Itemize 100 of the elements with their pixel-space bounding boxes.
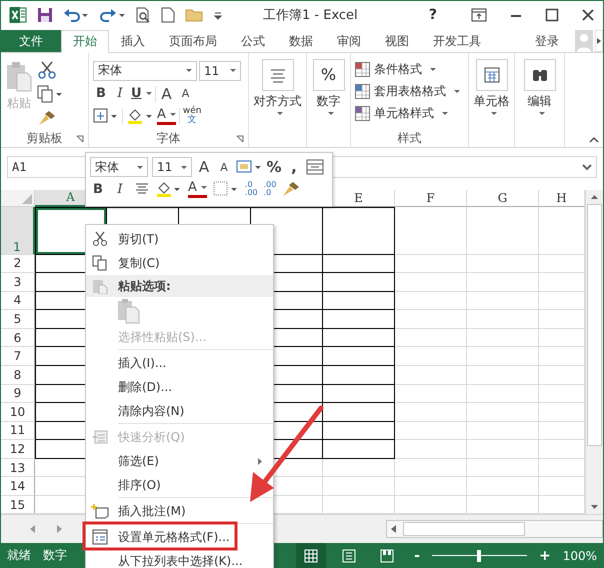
- shrink-font-button[interactable]: A: [178, 84, 194, 103]
- fill-color-icon[interactable]: [126, 106, 154, 125]
- row-header[interactable]: 2: [1, 254, 35, 274]
- active-cell[interactable]: [35, 206, 107, 255]
- menu-item[interactable]: 清除内容(N): [86, 399, 273, 423]
- ribbon-tab[interactable]: 页面布局: [157, 30, 229, 52]
- ribbon-tab[interactable]: 开始: [61, 30, 109, 53]
- row-header[interactable]: 14: [1, 477, 35, 496]
- menu-item[interactable]: 删除(D)...: [86, 375, 273, 399]
- ribbon-tab[interactable]: 插入: [109, 30, 157, 52]
- italic-button[interactable]: I: [112, 84, 128, 103]
- comma-style-button[interactable]: ,: [286, 158, 302, 176]
- format-painter-icon[interactable]: [37, 108, 57, 127]
- column-header[interactable]: G: [467, 190, 539, 207]
- redo-icon[interactable]: [99, 7, 125, 24]
- shrink-font-button[interactable]: A: [216, 158, 232, 176]
- grow-font-button[interactable]: A: [196, 158, 212, 176]
- ribbon-display-options-icon[interactable]: [471, 8, 487, 22]
- border-icon[interactable]: [93, 106, 119, 125]
- dialog-launcher-icon[interactable]: [76, 135, 84, 144]
- row-header[interactable]: 1: [1, 206, 35, 255]
- menu-item[interactable]: 筛选(E): [86, 449, 273, 473]
- scroll-right-icon[interactable]: [595, 30, 603, 52]
- row-header[interactable]: 7: [1, 347, 35, 366]
- font-size-dropdown[interactable]: 11: [152, 157, 192, 177]
- sign-in-link[interactable]: 登录: [523, 30, 571, 52]
- normal-view-button[interactable]: [296, 543, 326, 568]
- cell-styles-icon[interactable]: [236, 159, 262, 175]
- column-header[interactable]: F: [395, 190, 467, 207]
- percent-style-button[interactable]: %: [266, 158, 282, 176]
- row-header[interactable]: 15: [1, 496, 35, 514]
- collapse-ribbon-icon[interactable]: [589, 135, 599, 144]
- align-center-icon[interactable]: [134, 182, 150, 196]
- zoom-in-button[interactable]: +: [538, 548, 551, 564]
- decrease-decimal-button[interactable]: .00 .0: [264, 181, 276, 197]
- undo-icon[interactable]: [63, 7, 89, 24]
- row-header[interactable]: 10: [1, 403, 35, 422]
- excel-logo-icon: [9, 6, 27, 24]
- ribbon-tab[interactable]: 公式: [229, 30, 277, 52]
- zoom-percentage[interactable]: 100%: [562, 548, 597, 562]
- alignment-button[interactable]: 对齐方式: [253, 56, 302, 130]
- row-header[interactable]: 3: [1, 273, 35, 292]
- ribbon-tab[interactable]: 开发工具: [421, 30, 493, 52]
- bold-button[interactable]: B: [93, 84, 109, 103]
- expand-chevron-icon[interactable]: [582, 162, 592, 171]
- ribbon-tab[interactable]: 数据: [277, 30, 325, 52]
- menu-item[interactable]: 剪切(T): [86, 227, 273, 251]
- print-preview-icon[interactable]: [135, 7, 151, 24]
- table-cell: [467, 477, 539, 496]
- row-header[interactable]: 12: [1, 440, 35, 459]
- vertical-scrollbar[interactable]: [585, 190, 603, 514]
- font-name-dropdown[interactable]: 宋体: [90, 157, 148, 177]
- style-menu-button[interactable]: 条件格式: [355, 60, 464, 79]
- font-name-dropdown[interactable]: 宋体: [93, 60, 197, 81]
- menu-item[interactable]: 设置单元格格式(F)...: [86, 525, 273, 549]
- format-painter-icon[interactable]: [282, 181, 300, 197]
- row-header[interactable]: 13: [1, 458, 35, 478]
- save-icon[interactable]: [37, 7, 53, 24]
- font-color-button[interactable]: A: [188, 180, 207, 198]
- menu-item[interactable]: 插入(I)...: [86, 351, 273, 375]
- column-header[interactable]: H: [539, 190, 585, 207]
- scissors-icon[interactable]: [37, 60, 57, 79]
- zoom-out-button[interactable]: -: [414, 548, 420, 564]
- number-format-button[interactable]: % 数字: [311, 56, 346, 130]
- row-header[interactable]: 6: [1, 328, 35, 348]
- close-icon[interactable]: [581, 8, 595, 22]
- maximize-icon[interactable]: [545, 8, 559, 22]
- menu-item[interactable]: 插入批注(M): [86, 499, 273, 523]
- new-document-icon[interactable]: [161, 7, 175, 24]
- row-header[interactable]: 5: [1, 310, 35, 329]
- copy-icon[interactable]: [37, 84, 63, 103]
- border-icon[interactable]: [212, 181, 239, 197]
- table-border-icon[interactable]: [306, 159, 324, 175]
- menu-item[interactable]: 从下拉列表中选择(K)...: [86, 549, 273, 568]
- style-menu-button[interactable]: 套用表格格式: [355, 82, 464, 101]
- font-size-dropdown[interactable]: 11: [199, 60, 241, 81]
- row-header[interactable]: 4: [1, 292, 35, 310]
- menu-item[interactable]: 排序(O): [86, 473, 273, 497]
- italic-button[interactable]: I: [112, 180, 128, 198]
- ribbon-tab[interactable]: 视图: [373, 30, 421, 52]
- cells-button[interactable]: 单元格: [473, 56, 510, 130]
- help-button[interactable]: ?: [428, 7, 437, 24]
- horizontal-scrollbar[interactable]: [386, 520, 603, 538]
- ribbon-tab[interactable]: 审阅: [325, 30, 373, 52]
- font-color-button[interactable]: A: [157, 106, 176, 125]
- phonetic-guide-button[interactable]: wén 文: [182, 106, 202, 125]
- row-header[interactable]: 11: [1, 422, 35, 440]
- underline-button[interactable]: U: [131, 84, 152, 103]
- menu-item[interactable]: 复制(C): [86, 251, 273, 275]
- dialog-launcher-icon[interactable]: [236, 135, 244, 144]
- increase-decimal-button[interactable]: .0 .00: [244, 181, 258, 197]
- zoom-slider-thumb[interactable]: [477, 550, 482, 562]
- row-header[interactable]: 9: [1, 384, 35, 404]
- style-menu-button[interactable]: 单元格样式: [355, 104, 464, 123]
- file-tab[interactable]: 文件: [1, 30, 61, 52]
- row-header[interactable]: 8: [1, 366, 35, 384]
- zoom-slider[interactable]: [432, 550, 527, 562]
- grow-font-button[interactable]: A: [158, 84, 175, 103]
- fill-color-icon[interactable]: [156, 180, 182, 198]
- editing-button[interactable]: 编辑: [519, 56, 560, 130]
